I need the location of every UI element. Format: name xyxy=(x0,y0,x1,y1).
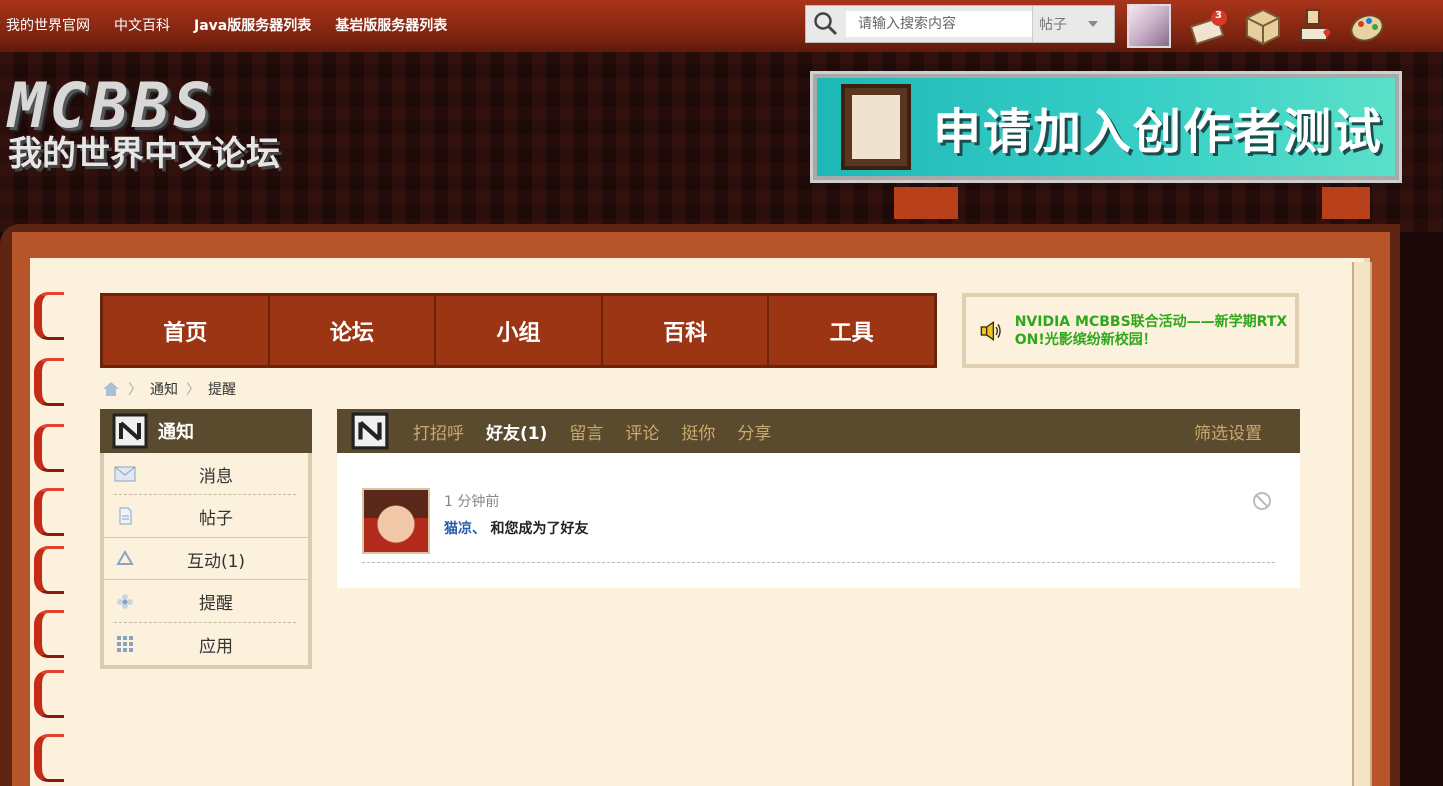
speaker-icon xyxy=(980,320,1001,341)
user-avatar[interactable] xyxy=(1127,4,1171,48)
banner-text: 申请加入创作者测试 xyxy=(933,104,1384,160)
notification-message: 猫凉、 和您成为了好友 xyxy=(444,518,588,538)
tab-comments[interactable]: 评论 xyxy=(625,419,659,444)
announcement-link[interactable]: NVIDIA MCBBS联合活动——新学期RTX ON!光影缤纷新校园！ xyxy=(1015,313,1295,349)
tab-support[interactable]: 挺你 xyxy=(681,419,715,444)
nav-groups[interactable]: 小组 xyxy=(436,296,603,365)
tab-shares[interactable]: 分享 xyxy=(737,419,771,444)
search-box: 帖子 xyxy=(805,5,1115,43)
link-bedrock-servers[interactable]: 基岩版服务器列表 xyxy=(335,15,447,35)
book-binding xyxy=(34,292,64,786)
mcbbs-badge-icon xyxy=(351,412,389,450)
sidebar-item-reminders[interactable]: 提醒 xyxy=(114,580,296,622)
nav-forum[interactable]: 论坛 xyxy=(270,296,437,365)
breadcrumb: 〉 通知 〉 提醒 xyxy=(102,379,236,399)
recycle-icon xyxy=(116,550,134,565)
sidebar-item-label: 应用 xyxy=(199,636,233,657)
creator-test-banner[interactable]: 申请加入创作者测试 xyxy=(810,71,1402,183)
filter-settings-link[interactable]: 筛选设置 xyxy=(1194,419,1262,444)
home-icon[interactable] xyxy=(102,381,120,397)
site-header: MCBBS 我的世界中文论坛 申请加入创作者测试 xyxy=(0,52,1443,232)
search-type-label: 帖子 xyxy=(1039,17,1067,33)
flower-icon xyxy=(117,594,133,609)
search-icon[interactable] xyxy=(806,6,846,42)
envelope-icon xyxy=(114,466,136,482)
logo-sub-text: 我的世界中文论坛 xyxy=(8,134,280,174)
friend-username-link[interactable]: 猫凉 xyxy=(444,521,472,537)
breadcrumb-reminders: 提醒 xyxy=(208,382,236,398)
top-bar: 我的世界官网 中文百科 Java版服务器列表 基岩版服务器列表 帖子 3 xyxy=(0,0,1443,52)
ignore-icon[interactable] xyxy=(1253,492,1271,510)
sidebar-item-label: 提醒 xyxy=(199,593,233,614)
nav-home[interactable]: 首页 xyxy=(103,296,270,365)
site-logo[interactable]: MCBBS 我的世界中文论坛 xyxy=(8,74,338,186)
friend-avatar[interactable] xyxy=(362,488,430,554)
logo-main-text: MCBBS xyxy=(8,69,215,142)
chevron-down-icon xyxy=(1088,21,1098,27)
main-nav: 首页 论坛 小组 百科 工具 xyxy=(100,293,937,368)
search-input[interactable] xyxy=(846,11,1032,37)
notification-time: 1 分钟前 xyxy=(444,494,500,510)
tab-messages[interactable]: 留言 xyxy=(569,419,603,444)
notification-divider xyxy=(362,562,1275,563)
nav-tools[interactable]: 工具 xyxy=(769,296,934,365)
top-links: 我的世界官网 中文百科 Java版服务器列表 基岩版服务器列表 xyxy=(6,15,471,35)
profile-heart-icon[interactable] xyxy=(1297,6,1337,46)
sidebar-title: 通知 xyxy=(158,422,194,443)
sidebar-header: 通知 xyxy=(100,409,312,453)
mcbbs-badge-icon xyxy=(112,413,148,449)
announcement-box: NVIDIA MCBBS联合活动——新学期RTX ON!光影缤纷新校园！ xyxy=(962,293,1299,368)
sidebar-item-apps[interactable]: 应用 xyxy=(114,623,296,665)
sidebar-item-label: 消息 xyxy=(199,466,233,487)
breadcrumb-notifications[interactable]: 通知 xyxy=(150,379,178,399)
nav-wiki[interactable]: 百科 xyxy=(603,296,770,365)
document-icon xyxy=(841,84,911,170)
sidebar-item-interactions[interactable]: 互动(1) xyxy=(114,538,296,580)
lava-block xyxy=(1322,187,1370,219)
mail-icon[interactable]: 3 xyxy=(1189,6,1229,46)
sidebar-item-label: 帖子 xyxy=(199,508,233,529)
link-minecraft-official[interactable]: 我的世界官网 xyxy=(6,15,90,35)
sidebar-item-posts[interactable]: 帖子 xyxy=(114,495,296,537)
sidebar-item-label: 互动(1) xyxy=(186,551,246,572)
page-edge xyxy=(1352,262,1372,786)
sidebar-item-messages[interactable]: 消息 xyxy=(114,453,296,495)
link-chinese-wiki[interactable]: 中文百科 xyxy=(114,15,170,35)
palette-icon[interactable] xyxy=(1347,6,1387,46)
grid-icon xyxy=(117,636,133,652)
lava-block xyxy=(894,187,958,219)
tab-friends[interactable]: 好友(1) xyxy=(486,419,547,444)
tab-greetings[interactable]: 打招呼 xyxy=(413,419,464,444)
link-java-servers[interactable]: Java版服务器列表 xyxy=(194,15,311,35)
box-icon[interactable] xyxy=(1243,6,1283,46)
notification-tabs: 打招呼 好友(1) 留言 评论 挺你 分享 筛选设置 xyxy=(337,409,1300,453)
notification-text: 和您成为了好友 xyxy=(490,521,589,537)
search-type-select[interactable]: 帖子 xyxy=(1032,6,1106,42)
document-icon xyxy=(119,507,132,525)
notification-count: 3 xyxy=(1215,10,1222,21)
user-separator: 、 xyxy=(472,521,486,537)
